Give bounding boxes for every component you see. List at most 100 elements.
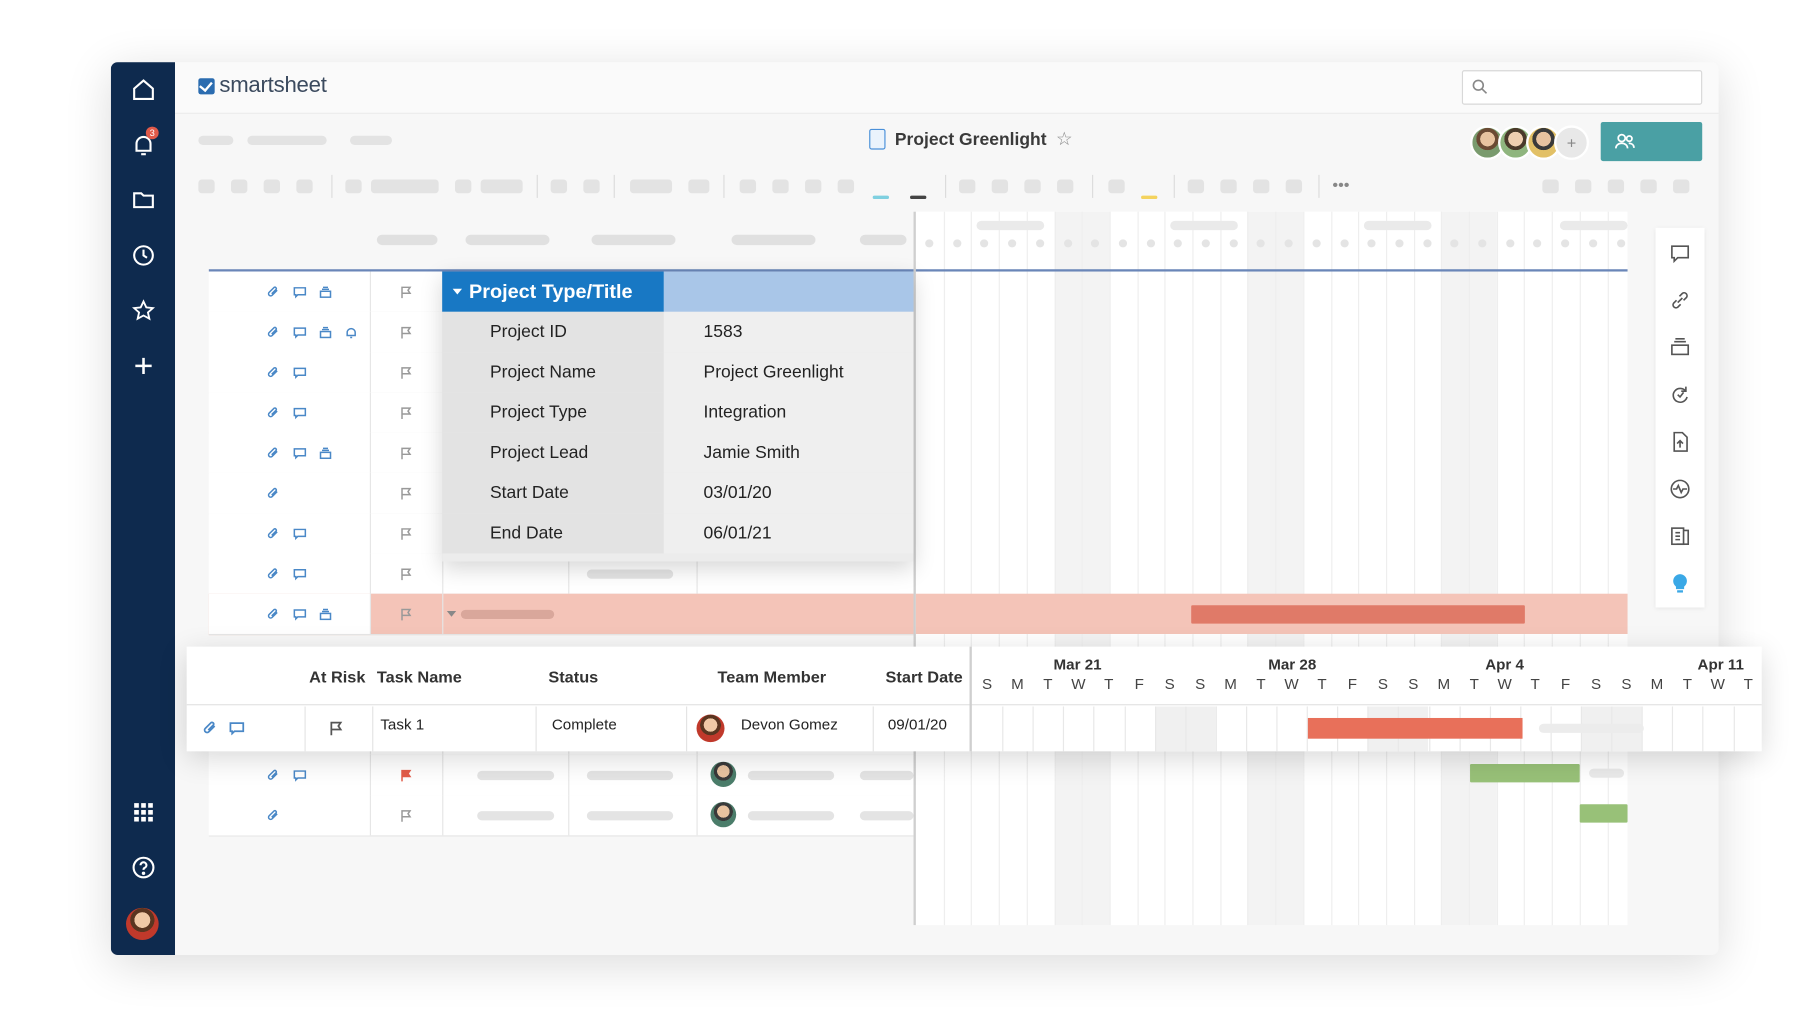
clock-icon[interactable]	[130, 242, 158, 270]
at-risk-cell[interactable]	[370, 392, 444, 433]
star-icon[interactable]	[130, 297, 158, 325]
toolbar-button[interactable]	[296, 179, 313, 194]
toolbar-button[interactable]	[345, 179, 362, 194]
at-risk-cell[interactable]	[370, 352, 444, 393]
at-risk-cell[interactable]	[370, 432, 444, 473]
comment-icon[interactable]	[293, 405, 307, 420]
comment-icon[interactable]	[293, 324, 307, 339]
fill-color-swatch[interactable]	[872, 195, 890, 200]
view-button[interactable]	[1542, 179, 1559, 194]
summary-field-row[interactable]: Start Date 03/01/20	[442, 472, 914, 514]
attachment-icon[interactable]	[267, 767, 281, 781]
proofs-icon[interactable]	[319, 606, 333, 621]
column-header-placeholder[interactable]	[591, 234, 676, 246]
grid-row[interactable]	[208, 593, 914, 636]
attachment-icon[interactable]	[203, 720, 219, 734]
column-header-at-risk[interactable]: At Risk	[309, 667, 365, 685]
folder-icon[interactable]	[130, 186, 158, 214]
toolbar-button[interactable]	[1187, 179, 1205, 194]
toolbar-button[interactable]	[739, 179, 757, 194]
toolbar-button[interactable]	[1285, 179, 1303, 194]
lightbulb-icon[interactable]	[1668, 572, 1691, 595]
toolbar-button[interactable]	[959, 179, 976, 194]
column-header-placeholder[interactable]	[859, 234, 907, 246]
column-header-status[interactable]: Status	[548, 667, 598, 685]
at-risk-cell[interactable]	[370, 795, 444, 836]
toolbar-button[interactable]	[1108, 179, 1125, 194]
toolbar-button[interactable]	[805, 179, 822, 194]
toolbar-button[interactable]	[772, 179, 789, 194]
toolbar-button[interactable]	[837, 179, 855, 194]
at-risk-flag-icon[interactable]	[399, 445, 413, 460]
share-button[interactable]	[1600, 121, 1703, 162]
start-date-cell[interactable]: 09/01/20	[888, 716, 947, 733]
grid-row[interactable]	[208, 754, 914, 797]
at-risk-cell[interactable]	[370, 311, 444, 353]
at-risk-cell[interactable]	[370, 754, 444, 796]
summary-field-row[interactable]: Project Name Project Greenlight	[442, 352, 914, 393]
bell-icon[interactable]: 3	[130, 126, 159, 159]
field-value[interactable]: 1583	[663, 311, 914, 353]
column-header-team-member[interactable]: Team Member	[718, 667, 827, 685]
toolbar-button[interactable]	[688, 179, 710, 194]
breadcrumb-placeholder[interactable]	[247, 135, 327, 145]
view-button[interactable]	[1673, 179, 1690, 194]
field-value[interactable]: 03/01/20	[663, 472, 914, 514]
toolbar-button[interactable]	[1024, 179, 1041, 194]
task-1-bar[interactable]	[1307, 717, 1523, 739]
toolbar-button[interactable]	[231, 179, 248, 194]
summary-field-row[interactable]: Project Lead Jamie Smith	[442, 432, 914, 473]
field-value[interactable]: Jamie Smith	[663, 432, 914, 473]
collapse-caret-icon[interactable]	[452, 288, 463, 295]
at-risk-flag-icon[interactable]	[399, 767, 413, 782]
column-header-placeholder[interactable]	[376, 234, 438, 246]
comment-icon[interactable]	[1668, 242, 1691, 265]
at-risk-cell[interactable]	[370, 472, 444, 514]
summary-icon[interactable]	[1668, 525, 1691, 548]
toolbar-button[interactable]	[371, 179, 439, 194]
toolbar-button[interactable]	[1220, 179, 1237, 194]
at-risk-flag-icon[interactable]	[399, 808, 413, 822]
field-value[interactable]: 06/01/21	[663, 513, 914, 554]
at-risk-flag-icon[interactable]	[399, 566, 413, 581]
status-cell[interactable]: Complete	[552, 716, 617, 733]
collaborator-avatars[interactable]: +	[1470, 125, 1590, 160]
at-risk-flag-icon[interactable]	[399, 324, 413, 339]
attachment-icon[interactable]	[267, 526, 281, 540]
at-risk-flag-icon[interactable]	[399, 284, 413, 299]
apps-grid-icon[interactable]	[130, 799, 158, 827]
field-value[interactable]: Project Greenlight	[663, 352, 914, 393]
at-risk-cell[interactable]	[370, 593, 444, 634]
toolbar-button[interactable]	[198, 179, 215, 194]
toolbar-button[interactable]	[583, 179, 600, 194]
attachment-icon[interactable]	[267, 365, 281, 379]
comment-icon[interactable]	[293, 566, 307, 581]
grid-row[interactable]	[208, 795, 914, 837]
task-name-cell[interactable]: Task 1	[380, 716, 424, 733]
at-risk-flag-icon[interactable]	[399, 486, 413, 500]
field-value[interactable]: Integration	[663, 392, 914, 433]
attachment-icon[interactable]	[267, 284, 281, 298]
at-risk-cell[interactable]	[370, 271, 444, 312]
attachment-icon[interactable]	[267, 405, 281, 419]
column-header-task-name[interactable]: Task Name	[377, 667, 462, 685]
at-risk-flag-icon[interactable]	[399, 606, 413, 621]
comment-icon[interactable]	[293, 445, 307, 460]
at-risk-flag-icon[interactable]	[328, 720, 344, 736]
attachment-icon[interactable]	[267, 566, 281, 580]
team-member-cell[interactable]: Devon Gomez	[741, 716, 838, 733]
at-risk-flag-icon[interactable]	[399, 405, 413, 419]
comment-icon[interactable]	[229, 720, 245, 736]
toolbar-button[interactable]	[630, 179, 673, 194]
column-header-placeholder[interactable]	[465, 234, 550, 246]
attachment-icon[interactable]	[267, 486, 281, 500]
attachment-icon[interactable]	[267, 808, 281, 822]
proofs-icon[interactable]	[1668, 336, 1691, 359]
at-risk-flag-icon[interactable]	[399, 365, 413, 379]
summary-field-row[interactable]: End Date 06/01/21	[442, 513, 914, 554]
breadcrumb-placeholder[interactable]	[350, 135, 393, 145]
at-risk-cell[interactable]	[370, 513, 444, 554]
toolbar-button[interactable]	[480, 179, 523, 194]
search-input[interactable]	[1461, 70, 1703, 105]
link-icon[interactable]	[1668, 289, 1691, 312]
